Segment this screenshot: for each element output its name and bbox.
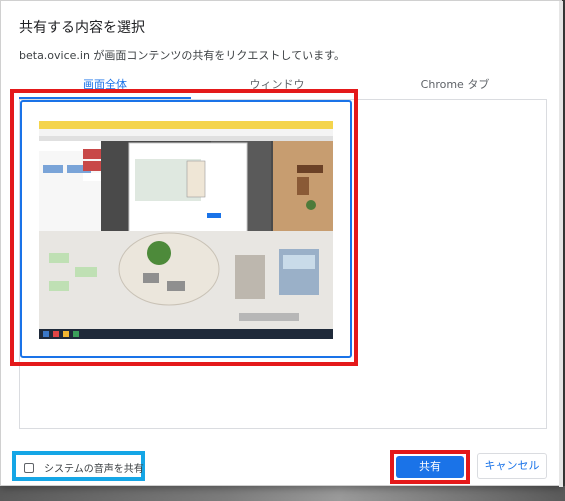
system-audio-label: システムの音声を共有: [44, 464, 144, 475]
dialog-subtitle: beta.ovice.in が画面コンテンツの共有をリクエストしています。: [19, 49, 346, 62]
share-button[interactable]: 共有: [396, 456, 464, 478]
cancel-button[interactable]: キャンセル: [477, 453, 547, 479]
window-edge: [559, 1, 563, 487]
screen-option-highlight: [10, 89, 358, 366]
system-audio-checkbox[interactable]: [24, 463, 34, 473]
background-page: [0, 486, 565, 501]
system-audio-option[interactable]: システムの音声を共有: [12, 451, 145, 481]
dialog-title: 共有する内容を選択: [19, 20, 145, 36]
tab-chrome-tab[interactable]: Chrome タブ: [363, 73, 547, 99]
share-button-highlight: 共有: [390, 450, 470, 484]
